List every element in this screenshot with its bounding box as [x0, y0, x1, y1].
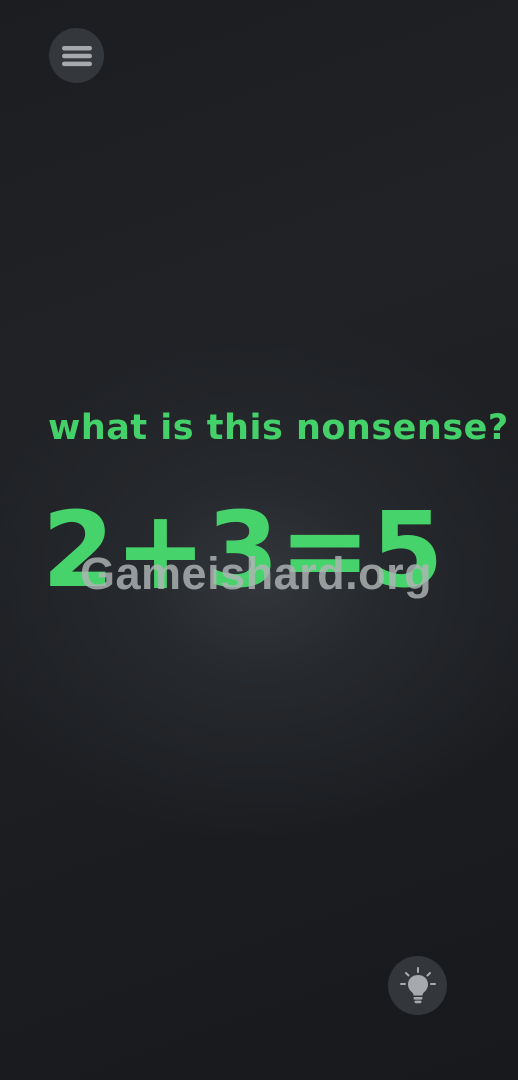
lightbulb-icon: [399, 966, 436, 1003]
equation: 2 + 3 = 5: [40, 495, 445, 605]
hint-button[interactable]: [388, 956, 447, 1015]
equation-digit-2[interactable]: 2: [42, 498, 114, 602]
game-screen: what is this nonsense? 2 + 3 = 5 Gameish…: [0, 0, 518, 1080]
equation-equals-sign[interactable]: =: [279, 495, 371, 605]
menu-button[interactable]: [49, 28, 104, 83]
puzzle-question: what is this nonsense?: [48, 408, 509, 448]
hamburger-menu-icon: [61, 45, 92, 66]
equation-digit-3[interactable]: 3: [207, 498, 279, 602]
equation-digit-5[interactable]: 5: [371, 498, 443, 602]
equation-plus-sign[interactable]: +: [114, 495, 206, 605]
